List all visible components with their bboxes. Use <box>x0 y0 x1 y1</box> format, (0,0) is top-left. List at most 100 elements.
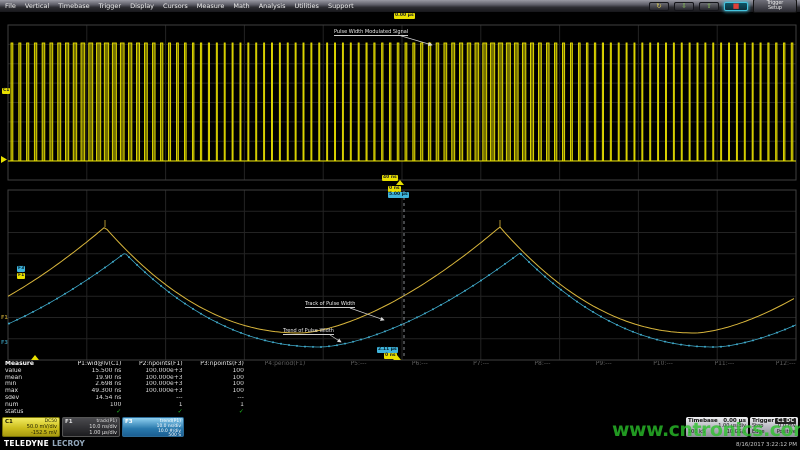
measure-row-label-status: status <box>0 409 62 416</box>
undo-button[interactable]: ↻ <box>649 2 669 11</box>
f1-zero-marker[interactable]: F1 <box>1 316 8 321</box>
menu-bar: File Vertical Timebase Trigger Display Cursor… <box>0 0 800 12</box>
measure-col-p10[interactable]: P10:--- <box>614 361 675 368</box>
measure-value-p6 <box>368 368 429 375</box>
measure-num-p7 <box>430 402 491 409</box>
measure-mean-p3: 100 <box>185 375 246 382</box>
measure-min-p7 <box>430 381 491 388</box>
measure-sdev-p11 <box>675 395 736 402</box>
channel-f3-line-2: 500 S <box>125 434 181 437</box>
trigger-setup-button[interactable]: Trigger Setup <box>753 0 797 13</box>
measure-mean-p6 <box>368 375 429 382</box>
measure-col-p11[interactable]: P11:--- <box>675 361 736 368</box>
measure-value-p5 <box>307 368 368 375</box>
measure-sdev-p1: 14.54 ns <box>62 395 123 402</box>
measure-max-p7 <box>430 388 491 395</box>
measure-sdev-p5 <box>307 395 368 402</box>
measure-col-p2[interactable]: P2:npoints(F1) <box>123 361 184 368</box>
undo-icon: ↻ <box>656 3 661 9</box>
measure-row-label-sdev: sdev <box>0 395 62 402</box>
f3-zero-marker[interactable]: F3 <box>1 341 8 346</box>
menu-item-display[interactable]: Display <box>130 0 154 12</box>
f3-left-badge[interactable]: F3 <box>17 266 25 272</box>
measure-sdev-p8 <box>491 395 552 402</box>
measure-col-p5[interactable]: P5:--- <box>307 361 368 368</box>
brand-lecroy: LECROY <box>52 439 85 448</box>
recall-waveform-button[interactable]: ⇧ <box>699 2 719 11</box>
menu-item-utilities[interactable]: Utilities <box>294 0 318 12</box>
f3-offset-badge[interactable]: 5.00 µs <box>388 192 409 198</box>
measure-min-p4 <box>246 381 307 388</box>
watermark: www.cntronics.com <box>612 419 800 441</box>
measure-col-p6[interactable]: P6:--- <box>368 361 429 368</box>
f1-left-badge[interactable]: F1 <box>17 273 25 279</box>
channel-box-f1[interactable]: F1track(P1)10.0 ns/div1.00 µs/div <box>62 417 120 437</box>
menu-item-measure[interactable]: Measure <box>197 0 225 12</box>
measure-min-p9 <box>552 381 613 388</box>
measure-num-p5 <box>307 402 368 409</box>
position-marker-0[interactable] <box>396 180 404 185</box>
measure-status-p8 <box>491 409 552 416</box>
menu-item-cursors[interactable]: Cursors <box>163 0 188 12</box>
save-waveform-button[interactable]: ⇩ <box>674 2 694 11</box>
measure-max-p5 <box>307 388 368 395</box>
menu-item-analysis[interactable]: Analysis <box>259 0 286 12</box>
f1-cursor-badge[interactable]: 0 ns <box>384 353 397 359</box>
position-marker-3[interactable] <box>1 156 7 163</box>
f3-cursor-badge[interactable]: 2.11 µs <box>377 347 398 353</box>
measure-max-p10 <box>614 388 675 395</box>
pwm-signal-label: Pulse Width Modulated Signal <box>334 29 408 36</box>
menu-item-timebase[interactable]: Timebase <box>58 0 89 12</box>
trend-label: Trend of Pulse Width <box>283 328 334 335</box>
measure-sdev-p10 <box>614 395 675 402</box>
position-marker-2[interactable] <box>31 355 39 360</box>
c1-trace-badge[interactable]: C1 <box>2 88 10 94</box>
brand-teledyne: TELEDYNE <box>4 439 49 448</box>
measure-mean-p5 <box>307 375 368 382</box>
measure-max-p12 <box>736 388 797 395</box>
oscilloscope-screen: File Vertical Timebase Trigger Display Cursor… <box>0 0 800 450</box>
measure-sdev-p7 <box>430 395 491 402</box>
channel-box-c1[interactable]: C1DC5050.0 mV/div-152.5 mV <box>2 417 60 437</box>
measure-col-p3[interactable]: P3:npoints(F3) <box>185 361 246 368</box>
save-waveform-icon: ⇩ <box>681 3 686 9</box>
trigger-time-badge[interactable]: 0.00 µs <box>394 13 415 19</box>
measure-min-p8 <box>491 381 552 388</box>
measure-min-p12 <box>736 381 797 388</box>
measure-col-p7[interactable]: P7:--- <box>430 361 491 368</box>
menu-item-math[interactable]: Math <box>233 0 249 12</box>
measure-value-p7 <box>430 368 491 375</box>
measure-col-p12[interactable]: P12:--- <box>736 361 797 368</box>
grid-top <box>8 25 796 180</box>
measure-value-p11 <box>675 368 736 375</box>
menu-item-file[interactable]: File <box>5 0 16 12</box>
menu-item-support[interactable]: Support <box>328 0 354 12</box>
measure-min-p6 <box>368 381 429 388</box>
menu-toolbar: ↻ ⇩ ⇧ ■ Trigger Setup <box>649 0 797 13</box>
measure-col-p8[interactable]: P8:--- <box>491 361 552 368</box>
measure-col-p1[interactable]: P1:wid@lv(C1) <box>62 361 123 368</box>
measure-num-p8 <box>491 402 552 409</box>
measure-num-p11 <box>675 402 736 409</box>
measure-status-p12 <box>736 409 797 416</box>
measure-col-p9[interactable]: P9:--- <box>552 361 613 368</box>
menu-item-vertical[interactable]: Vertical <box>25 0 49 12</box>
measure-row-label-mean: mean <box>0 375 62 382</box>
measure-status-p6 <box>368 409 429 416</box>
channel-id-f1: F1 <box>65 419 73 425</box>
measure-mean-p11 <box>675 375 736 382</box>
channel-box-f3[interactable]: F3trend(P1)10.0 ns/div10.0 #/div500 S <box>122 417 184 437</box>
measure-max-p8 <box>491 388 552 395</box>
f1-offset-badge[interactable]: 0 ns <box>388 186 401 192</box>
stop-acquisition-button[interactable]: ■ <box>724 2 748 11</box>
measure-num-p9 <box>552 402 613 409</box>
measure-num-p1: 100 <box>62 402 123 409</box>
menu-item-trigger[interactable]: Trigger <box>99 0 121 12</box>
measure-status-p11 <box>675 409 736 416</box>
channel-id-f3: F3 <box>125 419 133 425</box>
track-label-leader <box>350 308 384 320</box>
measure-col-p4[interactable]: P4:period(F1) <box>246 361 307 368</box>
measure-value-p4 <box>246 368 307 375</box>
delay-badge[interactable]: 40 ns <box>382 175 398 181</box>
measure-status-check-p3: ✓ <box>185 409 246 416</box>
